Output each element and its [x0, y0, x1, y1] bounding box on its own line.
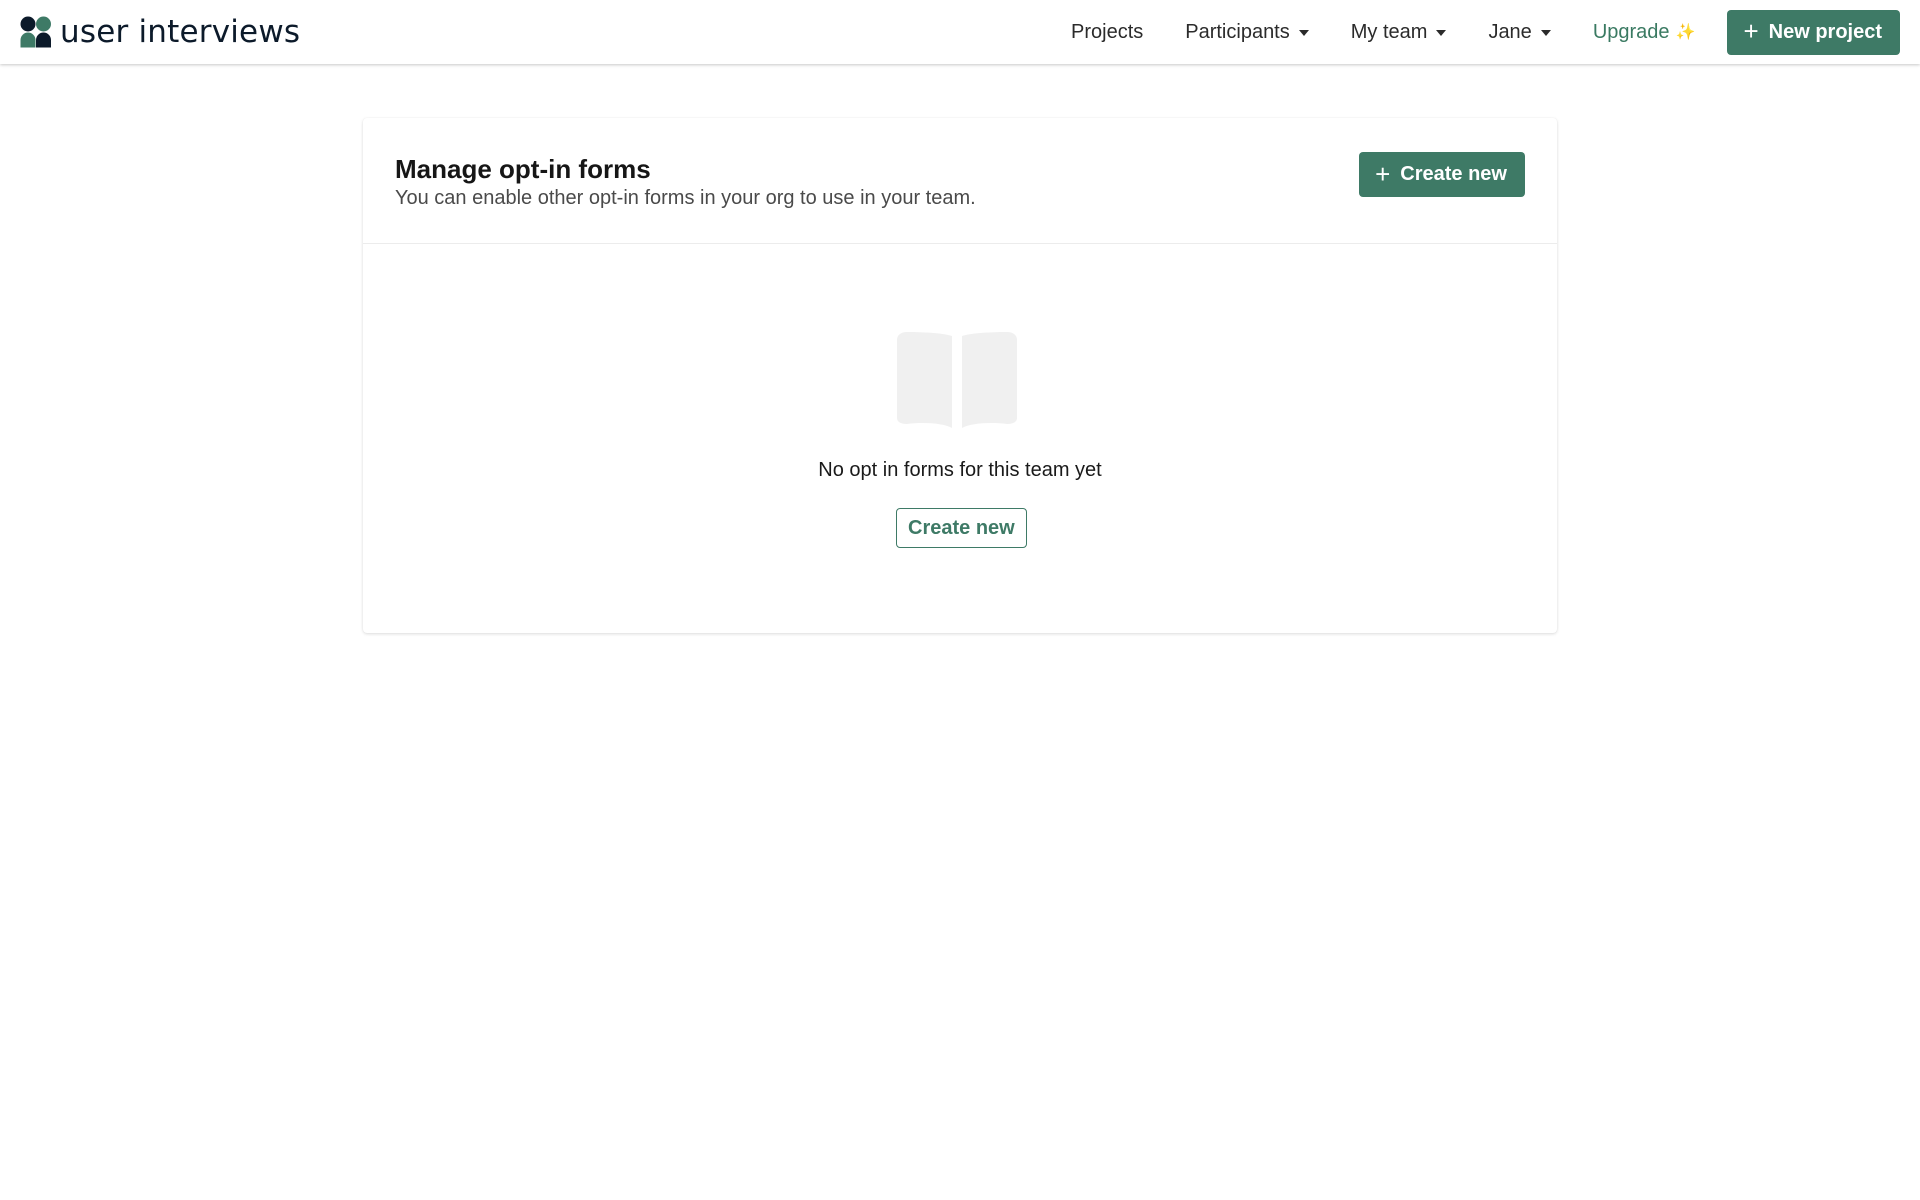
nav-item-participants[interactable]: Participants [1185, 21, 1309, 44]
new-project-button[interactable]: + New project [1727, 9, 1900, 55]
nav-item-label: Participants [1185, 20, 1290, 43]
empty-state: No opt in forms for this team yet Create… [363, 244, 1557, 633]
nav-item-label: My team [1350, 20, 1428, 43]
nav-item-user-menu[interactable]: Jane [1488, 20, 1551, 44]
nav-item-label: Jane [1488, 20, 1532, 43]
nav-item-label: Projects [1071, 20, 1144, 43]
user-interviews-logo-icon [20, 16, 51, 48]
nav-item-upgrade[interactable]: Upgrade ✨ [1593, 21, 1696, 44]
caret-down-icon [1540, 30, 1551, 36]
empty-state-message: No opt in forms for this team yet [818, 459, 1102, 481]
page-subtitle: You can enable other opt-in forms in you… [395, 187, 976, 209]
upgrade-label: Upgrade [1592, 20, 1670, 43]
nav-item-projects[interactable]: Projects [1071, 21, 1143, 44]
open-book-icon [897, 332, 1017, 428]
create-new-button[interactable]: + Create new [1359, 152, 1525, 197]
new-project-label: New project [1768, 20, 1882, 43]
plus-icon: + [1743, 16, 1759, 46]
brand-name: user interviews [60, 14, 301, 50]
create-new-outline-button[interactable]: Create new [896, 508, 1027, 548]
sparkle-icon: ✨ [1675, 24, 1696, 41]
page-title: Manage opt-in forms [395, 154, 651, 184]
top-nav: user interviews Projects Participants My… [0, 0, 1920, 64]
nav-item-my-team[interactable]: My team [1351, 21, 1447, 44]
opt-in-forms-card: Manage opt-in forms You can enable other… [363, 118, 1557, 633]
nav-links: Projects Participants My team Jane Upgra… [1071, 0, 1900, 64]
brand-logo[interactable]: user interviews [20, 15, 300, 49]
create-new-label: Create new [1400, 163, 1507, 185]
caret-down-icon [1436, 30, 1447, 36]
plus-icon: + [1375, 158, 1391, 189]
caret-down-icon [1298, 30, 1309, 36]
card-header: Manage opt-in forms You can enable other… [363, 118, 1557, 244]
